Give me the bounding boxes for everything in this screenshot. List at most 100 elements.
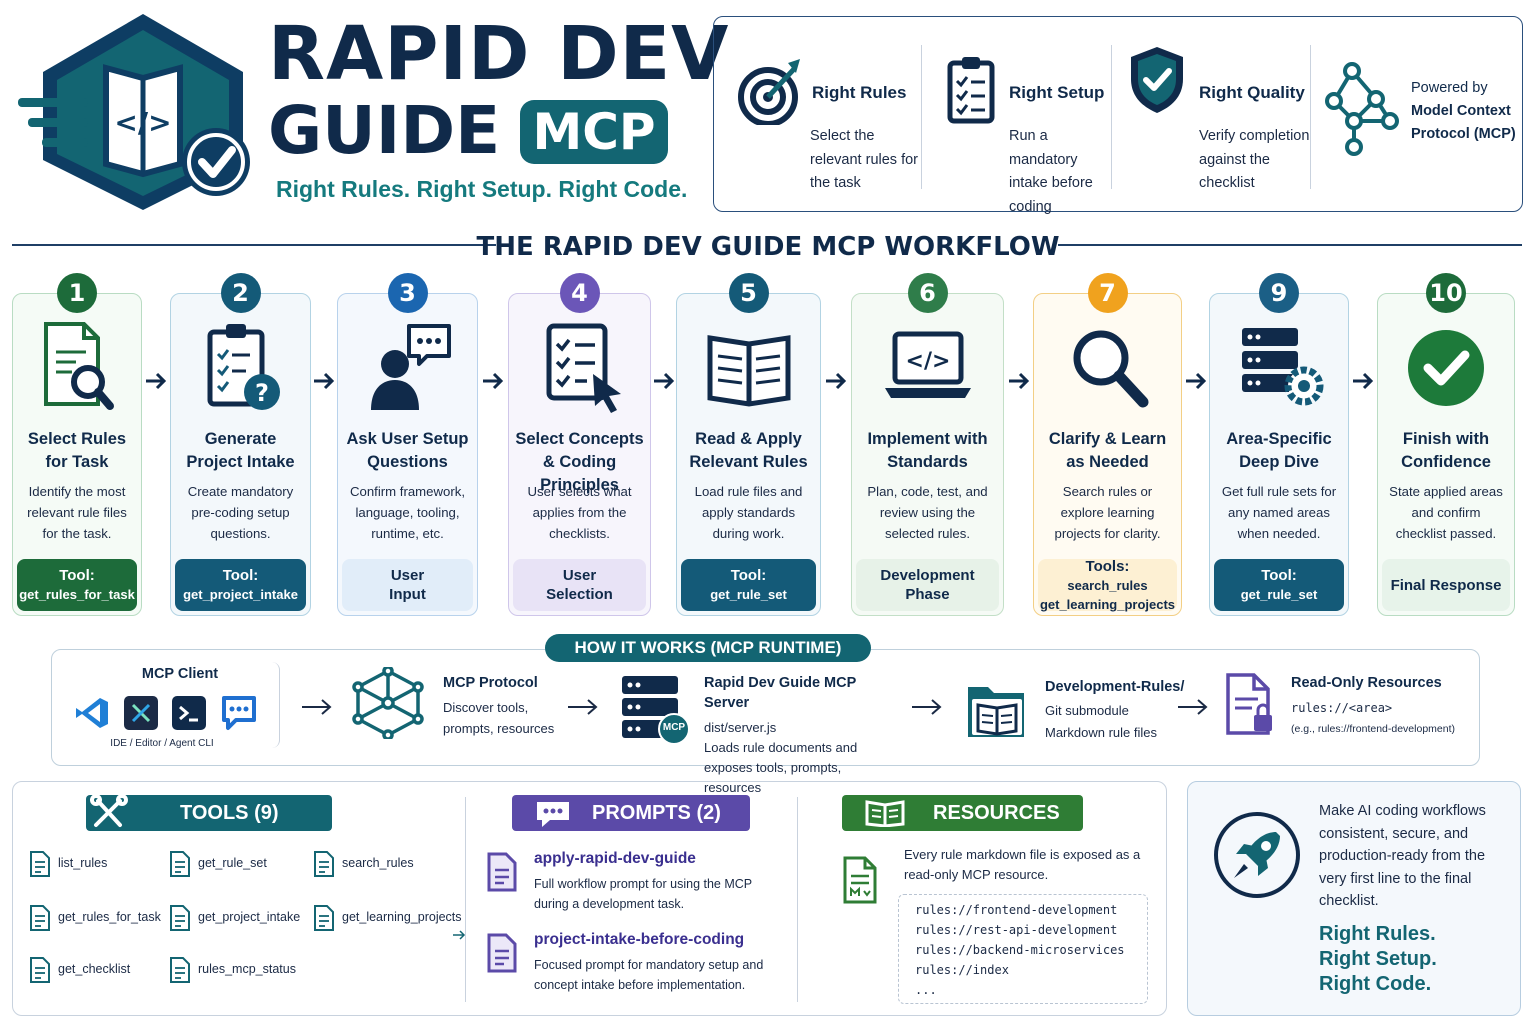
server-title: Rapid Dev Guide MCP Server bbox=[704, 675, 857, 711]
resource-uri: rules://frontend-development bbox=[915, 903, 1118, 917]
step-desc: State applied areas and confirm checklis… bbox=[1389, 484, 1503, 541]
feature-desc: Run a mandatory intake before coding bbox=[1009, 128, 1093, 215]
runtime-title: HOW IT WORKS (MCP RUNTIME) bbox=[545, 634, 871, 662]
protocol-title: MCP Protocol bbox=[443, 675, 538, 691]
readonly-uri: rules://<area> bbox=[1291, 701, 1393, 715]
protocol-block: MCP Protocol Discover tools, prompts, re… bbox=[443, 673, 568, 739]
folder-book-icon bbox=[968, 687, 1024, 737]
step-number: 10 bbox=[1426, 273, 1466, 313]
arrow-right-icon bbox=[146, 372, 167, 390]
rule-set-document-icon bbox=[170, 851, 190, 877]
laptop-code-icon: </> bbox=[884, 331, 971, 398]
workflow-step: 3 Ask User Setup Questions Confirm frame… bbox=[337, 273, 478, 616]
tools-title: TOOLS (9) bbox=[180, 802, 279, 824]
step-footer-line-1: User bbox=[562, 567, 597, 584]
feature-desc: Select the relevant rules for the task bbox=[810, 128, 918, 191]
divider bbox=[921, 45, 922, 189]
magnifier-icon bbox=[1073, 330, 1148, 408]
feature-panel: Right Rules Select the relevant rules fo… bbox=[713, 16, 1523, 215]
resources-banner: RESOURCES bbox=[842, 795, 1083, 831]
step-footer-line-2: get_project_intake bbox=[183, 587, 298, 602]
svg-text:</>: </> bbox=[114, 106, 171, 139]
tool-item: get_project_intake bbox=[170, 905, 301, 931]
vscode-icon bbox=[76, 698, 108, 728]
step-number: 2 bbox=[220, 273, 261, 313]
workflow-step: 5 Read & Apply Relevant Rules Load rule … bbox=[676, 273, 821, 616]
readonly-block: Read-Only Resources rules://<area> (e.g.… bbox=[1291, 673, 1476, 739]
step-number: 1 bbox=[57, 273, 97, 313]
step-desc: Search rules or explore learning project… bbox=[1054, 484, 1161, 541]
readonly-example: (e.g., rules://frontend-development) bbox=[1291, 723, 1456, 735]
arrow-right-icon bbox=[653, 372, 674, 390]
cta-line-3: Right Code. bbox=[1319, 973, 1432, 995]
step-number: 6 bbox=[907, 273, 948, 313]
step-title: Generate Project Intake bbox=[186, 430, 295, 471]
step-footer-line-1: Development bbox=[880, 567, 975, 584]
cta-panel: Make AI coding workflows consistent, sec… bbox=[1187, 781, 1521, 1016]
mcp-badge: MCP bbox=[520, 100, 668, 164]
feature-title: Right Setup bbox=[1009, 83, 1105, 102]
arrow-right-icon bbox=[1185, 372, 1206, 390]
feature-right-quality: Right Quality Verify completion against … bbox=[1129, 35, 1314, 195]
terminal-icon bbox=[172, 696, 206, 730]
tools-banner: TOOLS (9) bbox=[86, 795, 332, 831]
tool-name: get_learning_projects bbox=[342, 910, 462, 924]
server-block: Rapid Dev Guide MCP Server dist/server.j… bbox=[704, 673, 904, 798]
feature-right-rules: Right Rules Select the relevant rules fo… bbox=[738, 35, 928, 195]
step-desc: User selects what applies from the check… bbox=[527, 484, 632, 541]
client-title: MCP Client bbox=[141, 666, 219, 682]
tool-name: get_project_intake bbox=[198, 910, 301, 924]
step-footer-line-1: User bbox=[390, 567, 425, 584]
arrow-right-icon bbox=[302, 699, 332, 715]
server-stack-icon bbox=[622, 676, 690, 744]
step-footer-line-3: get_learning_projects bbox=[1039, 596, 1176, 612]
user-question-icon bbox=[370, 324, 451, 410]
step-footer-line-2: Input bbox=[389, 586, 426, 603]
rules-block: Development-Rules/ Git submodule Markdow… bbox=[1045, 676, 1185, 744]
document-search-icon bbox=[44, 322, 114, 410]
powered-by: Powered by Model Context Protocol (MCP) bbox=[1411, 77, 1519, 146]
server-mcp-badge: MCP bbox=[662, 722, 686, 733]
open-book-icon bbox=[865, 800, 905, 827]
cursor-editor-icon bbox=[124, 696, 158, 730]
tool-item: get_rules_for_task bbox=[30, 905, 161, 931]
step-footer-line-1: Tool: bbox=[1261, 567, 1297, 584]
resources-desc: Every rule markdown file is exposed as a… bbox=[904, 847, 1141, 882]
divider bbox=[797, 797, 798, 1002]
prompt-desc: Focused prompt for mandatory setup and c… bbox=[534, 955, 763, 995]
step-title: Finish with Confidence bbox=[1401, 430, 1491, 471]
step-footer-line-2: get_rule_set bbox=[710, 587, 787, 602]
step-footer-line-1: Tool: bbox=[222, 567, 259, 584]
tagline: Right Rules. Right Setup. Right Code. bbox=[276, 176, 688, 202]
network-graph-icon bbox=[1325, 62, 1399, 156]
step-desc: Create mandatory pre-coding setup questi… bbox=[187, 484, 294, 541]
workflow-step: 2 ? Generate Project Intake Create manda… bbox=[170, 273, 311, 616]
step-number: 9 bbox=[1259, 273, 1299, 313]
step-desc: Get full rule sets for any named areas w… bbox=[1221, 484, 1337, 541]
readonly-title: Read-Only Resources bbox=[1291, 675, 1442, 691]
workflow-step: 1 Select Rules for Task Identify the mos… bbox=[12, 273, 142, 616]
svg-text:?: ? bbox=[255, 379, 269, 407]
arrow-right-icon bbox=[314, 372, 335, 390]
step-footer-line-2: Phase bbox=[905, 586, 950, 603]
search-document-icon bbox=[314, 851, 334, 877]
markdown-file-icon bbox=[843, 856, 877, 904]
tool-item: get_checklist bbox=[30, 957, 130, 983]
svg-text:</>: </> bbox=[905, 349, 950, 374]
step-footer-line-1: Tools: bbox=[1085, 557, 1130, 575]
server-file: dist/server.js bbox=[704, 720, 777, 735]
arrow-right-icon bbox=[1353, 372, 1374, 390]
chat-agent-icon bbox=[222, 696, 256, 730]
cta-line-1: Right Rules. bbox=[1319, 923, 1436, 945]
cta-text: Make AI coding workflows consistent, sec… bbox=[1319, 803, 1486, 909]
title-line-1: RAPID DEV bbox=[268, 11, 730, 97]
workflow-step: 7 Clarify & Learn as Needed Search rules… bbox=[1033, 273, 1182, 616]
step-footer: Tool: get_rules_for_task bbox=[17, 559, 137, 611]
step-footer: Tool: get_rule_set bbox=[1214, 559, 1344, 611]
step-footer-line-2: Selection bbox=[546, 586, 613, 603]
workflow-title: THE RAPID DEV GUIDE MCP WORKFLOW bbox=[476, 232, 1060, 262]
step-desc: Confirm framework, language, tooling, ru… bbox=[349, 484, 466, 541]
tool-item: get_rule_set bbox=[170, 851, 267, 877]
locked-document-icon bbox=[1226, 673, 1272, 735]
step-title: Select Rules for Task bbox=[27, 430, 127, 471]
